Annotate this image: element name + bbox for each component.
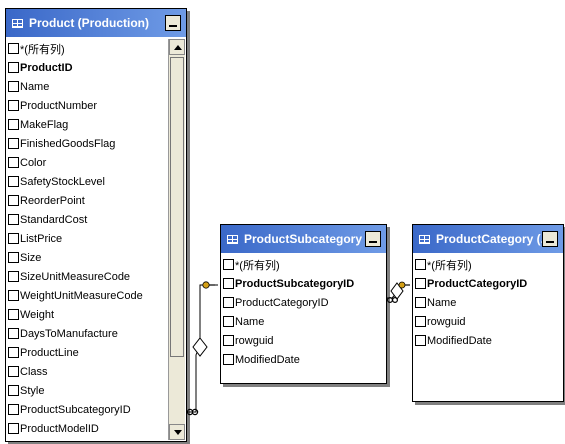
relationship-subcategory-category[interactable] <box>386 281 410 304</box>
key-icon <box>398 281 410 289</box>
key-icon <box>202 281 215 289</box>
relationship-diamond-icon[interactable] <box>192 337 208 357</box>
relationship-product-subcategory[interactable] <box>186 281 218 416</box>
infinity-icon <box>387 297 399 304</box>
relationship-lines <box>186 281 410 416</box>
